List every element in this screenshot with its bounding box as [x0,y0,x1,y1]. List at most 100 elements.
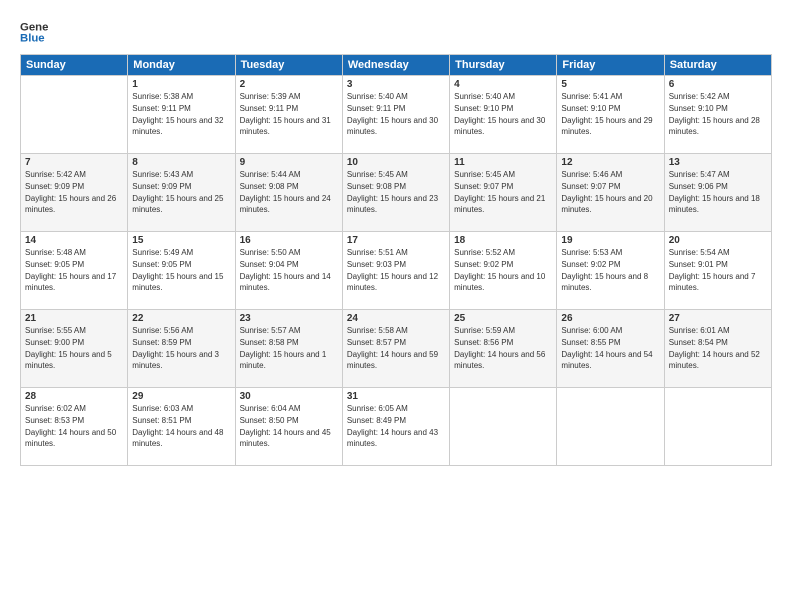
calendar-body: 1 Sunrise: 5:38 AMSunset: 9:11 PMDayligh… [21,76,772,466]
day-number: 27 [669,313,767,324]
day-number: 23 [240,313,338,324]
day-info: Sunrise: 6:01 AMSunset: 8:54 PMDaylight:… [669,326,760,370]
calendar-cell [21,76,128,154]
calendar-cell: 14 Sunrise: 5:48 AMSunset: 9:05 PMDaylig… [21,232,128,310]
week-row-1: 1 Sunrise: 5:38 AMSunset: 9:11 PMDayligh… [21,76,772,154]
calendar-cell: 25 Sunrise: 5:59 AMSunset: 8:56 PMDaylig… [450,310,557,388]
day-info: Sunrise: 5:53 AMSunset: 9:02 PMDaylight:… [561,248,648,292]
calendar-cell: 4 Sunrise: 5:40 AMSunset: 9:10 PMDayligh… [450,76,557,154]
day-info: Sunrise: 5:58 AMSunset: 8:57 PMDaylight:… [347,326,438,370]
day-info: Sunrise: 5:44 AMSunset: 9:08 PMDaylight:… [240,170,331,214]
calendar-cell: 1 Sunrise: 5:38 AMSunset: 9:11 PMDayligh… [128,76,235,154]
day-number: 18 [454,235,552,246]
calendar-cell: 31 Sunrise: 6:05 AMSunset: 8:49 PMDaylig… [342,388,449,466]
calendar-cell [557,388,664,466]
day-number: 3 [347,79,445,90]
day-info: Sunrise: 5:45 AMSunset: 9:07 PMDaylight:… [454,170,545,214]
week-row-3: 14 Sunrise: 5:48 AMSunset: 9:05 PMDaylig… [21,232,772,310]
calendar-cell: 24 Sunrise: 5:58 AMSunset: 8:57 PMDaylig… [342,310,449,388]
day-number: 24 [347,313,445,324]
calendar-cell: 13 Sunrise: 5:47 AMSunset: 9:06 PMDaylig… [664,154,771,232]
calendar-cell: 11 Sunrise: 5:45 AMSunset: 9:07 PMDaylig… [450,154,557,232]
day-number: 20 [669,235,767,246]
week-row-2: 7 Sunrise: 5:42 AMSunset: 9:09 PMDayligh… [21,154,772,232]
day-number: 8 [132,157,230,168]
calendar-cell: 7 Sunrise: 5:42 AMSunset: 9:09 PMDayligh… [21,154,128,232]
day-number: 28 [25,391,123,402]
day-info: Sunrise: 5:57 AMSunset: 8:58 PMDaylight:… [240,326,327,370]
day-info: Sunrise: 5:40 AMSunset: 9:10 PMDaylight:… [454,92,545,136]
day-number: 21 [25,313,123,324]
header-cell-friday: Friday [557,55,664,76]
week-row-4: 21 Sunrise: 5:55 AMSunset: 9:00 PMDaylig… [21,310,772,388]
calendar-cell: 9 Sunrise: 5:44 AMSunset: 9:08 PMDayligh… [235,154,342,232]
svg-text:Blue: Blue [20,33,45,45]
day-number: 17 [347,235,445,246]
day-info: Sunrise: 5:59 AMSunset: 8:56 PMDaylight:… [454,326,545,370]
day-number: 10 [347,157,445,168]
day-info: Sunrise: 6:00 AMSunset: 8:55 PMDaylight:… [561,326,652,370]
day-number: 14 [25,235,123,246]
day-number: 26 [561,313,659,324]
logo-icon: General Blue [20,18,48,46]
calendar-cell: 6 Sunrise: 5:42 AMSunset: 9:10 PMDayligh… [664,76,771,154]
header-cell-thursday: Thursday [450,55,557,76]
calendar-cell: 15 Sunrise: 5:49 AMSunset: 9:05 PMDaylig… [128,232,235,310]
day-number: 15 [132,235,230,246]
day-info: Sunrise: 5:47 AMSunset: 9:06 PMDaylight:… [669,170,760,214]
day-info: Sunrise: 5:50 AMSunset: 9:04 PMDaylight:… [240,248,331,292]
calendar-cell: 30 Sunrise: 6:04 AMSunset: 8:50 PMDaylig… [235,388,342,466]
calendar-cell: 16 Sunrise: 5:50 AMSunset: 9:04 PMDaylig… [235,232,342,310]
calendar-cell: 10 Sunrise: 5:45 AMSunset: 9:08 PMDaylig… [342,154,449,232]
day-info: Sunrise: 6:05 AMSunset: 8:49 PMDaylight:… [347,404,438,448]
day-number: 30 [240,391,338,402]
calendar-cell [450,388,557,466]
header-cell-wednesday: Wednesday [342,55,449,76]
calendar-cell: 17 Sunrise: 5:51 AMSunset: 9:03 PMDaylig… [342,232,449,310]
day-number: 31 [347,391,445,402]
header-cell-monday: Monday [128,55,235,76]
day-number: 1 [132,79,230,90]
calendar-cell: 19 Sunrise: 5:53 AMSunset: 9:02 PMDaylig… [557,232,664,310]
day-number: 2 [240,79,338,90]
day-info: Sunrise: 5:39 AMSunset: 9:11 PMDaylight:… [240,92,331,136]
calendar-cell: 20 Sunrise: 5:54 AMSunset: 9:01 PMDaylig… [664,232,771,310]
header-cell-tuesday: Tuesday [235,55,342,76]
day-number: 25 [454,313,552,324]
day-number: 19 [561,235,659,246]
calendar-cell: 27 Sunrise: 6:01 AMSunset: 8:54 PMDaylig… [664,310,771,388]
calendar-cell: 21 Sunrise: 5:55 AMSunset: 9:00 PMDaylig… [21,310,128,388]
calendar-header-row: SundayMondayTuesdayWednesdayThursdayFrid… [21,55,772,76]
day-number: 9 [240,157,338,168]
day-info: Sunrise: 5:51 AMSunset: 9:03 PMDaylight:… [347,248,438,292]
day-number: 5 [561,79,659,90]
day-info: Sunrise: 5:55 AMSunset: 9:00 PMDaylight:… [25,326,112,370]
calendar-cell: 23 Sunrise: 5:57 AMSunset: 8:58 PMDaylig… [235,310,342,388]
day-number: 11 [454,157,552,168]
day-info: Sunrise: 5:42 AMSunset: 9:10 PMDaylight:… [669,92,760,136]
page-header: General Blue [20,18,772,46]
header-cell-saturday: Saturday [664,55,771,76]
day-info: Sunrise: 5:49 AMSunset: 9:05 PMDaylight:… [132,248,223,292]
day-info: Sunrise: 5:38 AMSunset: 9:11 PMDaylight:… [132,92,223,136]
day-info: Sunrise: 5:41 AMSunset: 9:10 PMDaylight:… [561,92,652,136]
calendar-cell: 12 Sunrise: 5:46 AMSunset: 9:07 PMDaylig… [557,154,664,232]
logo: General Blue [20,18,48,46]
day-info: Sunrise: 5:56 AMSunset: 8:59 PMDaylight:… [132,326,219,370]
day-info: Sunrise: 5:52 AMSunset: 9:02 PMDaylight:… [454,248,545,292]
day-info: Sunrise: 5:42 AMSunset: 9:09 PMDaylight:… [25,170,116,214]
day-info: Sunrise: 5:54 AMSunset: 9:01 PMDaylight:… [669,248,756,292]
day-info: Sunrise: 5:40 AMSunset: 9:11 PMDaylight:… [347,92,438,136]
day-number: 7 [25,157,123,168]
day-info: Sunrise: 6:02 AMSunset: 8:53 PMDaylight:… [25,404,116,448]
day-number: 13 [669,157,767,168]
day-info: Sunrise: 6:04 AMSunset: 8:50 PMDaylight:… [240,404,331,448]
calendar-table: SundayMondayTuesdayWednesdayThursdayFrid… [20,54,772,466]
day-number: 4 [454,79,552,90]
header-cell-sunday: Sunday [21,55,128,76]
calendar-cell: 8 Sunrise: 5:43 AMSunset: 9:09 PMDayligh… [128,154,235,232]
calendar-cell: 18 Sunrise: 5:52 AMSunset: 9:02 PMDaylig… [450,232,557,310]
day-info: Sunrise: 6:03 AMSunset: 8:51 PMDaylight:… [132,404,223,448]
day-number: 6 [669,79,767,90]
day-info: Sunrise: 5:46 AMSunset: 9:07 PMDaylight:… [561,170,652,214]
